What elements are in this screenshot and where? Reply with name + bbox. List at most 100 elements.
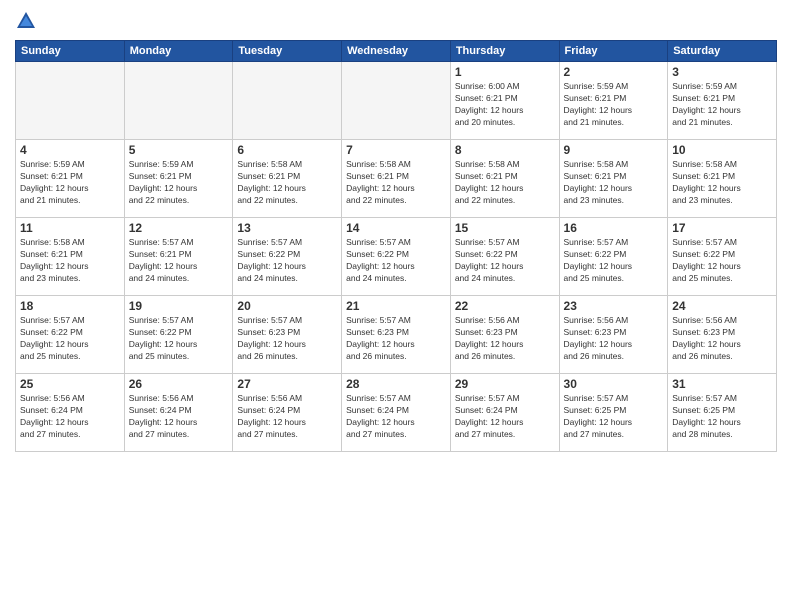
day-info: Sunrise: 5:56 AM Sunset: 6:24 PM Dayligh…: [237, 393, 337, 441]
calendar-table: SundayMondayTuesdayWednesdayThursdayFrid…: [15, 40, 777, 452]
day-number: 14: [346, 221, 446, 235]
calendar-cell-w3d7: 17 Sunrise: 5:57 AM Sunset: 6:22 PM Dayli…: [668, 218, 777, 296]
day-header-thursday: Thursday: [450, 41, 559, 62]
day-number: 27: [237, 377, 337, 391]
day-info: Sunrise: 5:56 AM Sunset: 6:23 PM Dayligh…: [672, 315, 772, 363]
day-info: Sunrise: 5:59 AM Sunset: 6:21 PM Dayligh…: [564, 81, 664, 129]
day-info: Sunrise: 5:58 AM Sunset: 6:21 PM Dayligh…: [455, 159, 555, 207]
day-number: 16: [564, 221, 664, 235]
day-info: Sunrise: 5:57 AM Sunset: 6:21 PM Dayligh…: [129, 237, 229, 285]
day-info: Sunrise: 5:57 AM Sunset: 6:24 PM Dayligh…: [346, 393, 446, 441]
day-info: Sunrise: 5:57 AM Sunset: 6:23 PM Dayligh…: [346, 315, 446, 363]
day-number: 29: [455, 377, 555, 391]
day-number: 21: [346, 299, 446, 313]
day-number: 18: [20, 299, 120, 313]
day-number: 26: [129, 377, 229, 391]
week-row-2: 4Sunrise: 5:59 AM Sunset: 6:21 PM Daylig…: [16, 140, 777, 218]
day-info: Sunrise: 5:59 AM Sunset: 6:21 PM Dayligh…: [672, 81, 772, 129]
day-info: Sunrise: 5:58 AM Sunset: 6:21 PM Dayligh…: [346, 159, 446, 207]
day-info: Sunrise: 5:58 AM Sunset: 6:21 PM Dayligh…: [237, 159, 337, 207]
day-number: 24: [672, 299, 772, 313]
calendar-cell-w1d6: 2Sunrise: 5:59 AM Sunset: 6:21 PM Daylig…: [559, 62, 668, 140]
calendar-cell-w4d2: 19Sunrise: 5:57 AM Sunset: 6:22 PM Dayli…: [124, 296, 233, 374]
day-header-tuesday: Tuesday: [233, 41, 342, 62]
day-number: 11: [20, 221, 120, 235]
calendar-cell-w4d6: 23 Sunrise: 5:56 AM Sunset: 6:23 PM Dayli…: [559, 296, 668, 374]
day-info: Sunrise: 5:57 AM Sunset: 6:22 PM Dayligh…: [672, 237, 772, 285]
day-info: Sunrise: 5:58 AM Sunset: 6:21 PM Dayligh…: [564, 159, 664, 207]
calendar-cell-w3d1: 11 Sunrise: 5:58 AM Sunset: 6:21 PM Dayli…: [16, 218, 125, 296]
calendar-cell-w5d3: 27 Sunrise: 5:56 AM Sunset: 6:24 PM Dayli…: [233, 374, 342, 452]
day-number: 1: [455, 65, 555, 79]
calendar-cell-w5d4: 28Sunrise: 5:57 AM Sunset: 6:24 PM Dayli…: [342, 374, 451, 452]
calendar-cell-w1d7: 3Sunrise: 5:59 AM Sunset: 6:21 PM Daylig…: [668, 62, 777, 140]
calendar-cell-w2d7: 10 Sunrise: 5:58 AM Sunset: 6:21 PM Dayli…: [668, 140, 777, 218]
calendar-cell-w5d1: 25 Sunrise: 5:56 AM Sunset: 6:24 PM Dayli…: [16, 374, 125, 452]
calendar-cell-w5d6: 30Sunrise: 5:57 AM Sunset: 6:25 PM Dayli…: [559, 374, 668, 452]
calendar-cell-w1d5: 1 Sunrise: 6:00 AM Sunset: 6:21 PM Daylig…: [450, 62, 559, 140]
day-info: Sunrise: 5:58 AM Sunset: 6:21 PM Dayligh…: [672, 159, 772, 207]
day-number: 22: [455, 299, 555, 313]
week-row-4: 18 Sunrise: 5:57 AM Sunset: 6:22 PM Dayli…: [16, 296, 777, 374]
day-info: Sunrise: 5:59 AM Sunset: 6:21 PM Dayligh…: [129, 159, 229, 207]
calendar-cell-w3d3: 13 Sunrise: 5:57 AM Sunset: 6:22 PM Dayli…: [233, 218, 342, 296]
calendar-cell-w3d2: 12 Sunrise: 5:57 AM Sunset: 6:21 PM Dayli…: [124, 218, 233, 296]
logo: [15, 10, 41, 32]
calendar-cell-w2d5: 8 Sunrise: 5:58 AM Sunset: 6:21 PM Daylig…: [450, 140, 559, 218]
calendar-cell-w3d6: 16 Sunrise: 5:57 AM Sunset: 6:22 PM Dayli…: [559, 218, 668, 296]
day-header-row: SundayMondayTuesdayWednesdayThursdayFrid…: [16, 41, 777, 62]
day-info: Sunrise: 5:59 AM Sunset: 6:21 PM Dayligh…: [20, 159, 120, 207]
calendar-cell-w2d1: 4Sunrise: 5:59 AM Sunset: 6:21 PM Daylig…: [16, 140, 125, 218]
day-number: 9: [564, 143, 664, 157]
day-number: 17: [672, 221, 772, 235]
calendar-body: 1 Sunrise: 6:00 AM Sunset: 6:21 PM Daylig…: [16, 62, 777, 452]
day-number: 8: [455, 143, 555, 157]
day-header-monday: Monday: [124, 41, 233, 62]
calendar-cell-w2d2: 5 Sunrise: 5:59 AM Sunset: 6:21 PM Daylig…: [124, 140, 233, 218]
day-info: Sunrise: 5:56 AM Sunset: 6:23 PM Dayligh…: [455, 315, 555, 363]
day-header-saturday: Saturday: [668, 41, 777, 62]
calendar-cell-w4d1: 18 Sunrise: 5:57 AM Sunset: 6:22 PM Dayli…: [16, 296, 125, 374]
week-row-1: 1 Sunrise: 6:00 AM Sunset: 6:21 PM Daylig…: [16, 62, 777, 140]
day-number: 13: [237, 221, 337, 235]
day-info: Sunrise: 5:58 AM Sunset: 6:21 PM Dayligh…: [20, 237, 120, 285]
calendar-cell-w1d4: [342, 62, 451, 140]
day-number: 15: [455, 221, 555, 235]
day-number: 10: [672, 143, 772, 157]
day-info: Sunrise: 5:57 AM Sunset: 6:24 PM Dayligh…: [455, 393, 555, 441]
day-number: 12: [129, 221, 229, 235]
day-number: 31: [672, 377, 772, 391]
day-number: 5: [129, 143, 229, 157]
day-number: 25: [20, 377, 120, 391]
day-number: 19: [129, 299, 229, 313]
calendar-cell-w2d6: 9 Sunrise: 5:58 AM Sunset: 6:21 PM Daylig…: [559, 140, 668, 218]
week-row-5: 25 Sunrise: 5:56 AM Sunset: 6:24 PM Dayli…: [16, 374, 777, 452]
day-info: Sunrise: 5:56 AM Sunset: 6:24 PM Dayligh…: [20, 393, 120, 441]
calendar-cell-w1d1: [16, 62, 125, 140]
header: [15, 10, 777, 32]
day-info: Sunrise: 5:57 AM Sunset: 6:25 PM Dayligh…: [672, 393, 772, 441]
day-header-wednesday: Wednesday: [342, 41, 451, 62]
day-info: Sunrise: 5:57 AM Sunset: 6:25 PM Dayligh…: [564, 393, 664, 441]
calendar-cell-w4d5: 22 Sunrise: 5:56 AM Sunset: 6:23 PM Dayli…: [450, 296, 559, 374]
day-info: Sunrise: 5:57 AM Sunset: 6:22 PM Dayligh…: [237, 237, 337, 285]
day-header-friday: Friday: [559, 41, 668, 62]
day-info: Sunrise: 5:57 AM Sunset: 6:22 PM Dayligh…: [20, 315, 120, 363]
calendar-cell-w2d4: 7Sunrise: 5:58 AM Sunset: 6:21 PM Daylig…: [342, 140, 451, 218]
calendar-cell-w5d7: 31 Sunrise: 5:57 AM Sunset: 6:25 PM Dayli…: [668, 374, 777, 452]
calendar-cell-w2d3: 6Sunrise: 5:58 AM Sunset: 6:21 PM Daylig…: [233, 140, 342, 218]
calendar-cell-w4d7: 24 Sunrise: 5:56 AM Sunset: 6:23 PM Dayli…: [668, 296, 777, 374]
calendar-cell-w5d2: 26Sunrise: 5:56 AM Sunset: 6:24 PM Dayli…: [124, 374, 233, 452]
day-number: 23: [564, 299, 664, 313]
day-info: Sunrise: 6:00 AM Sunset: 6:21 PM Dayligh…: [455, 81, 555, 129]
day-info: Sunrise: 5:57 AM Sunset: 6:22 PM Dayligh…: [564, 237, 664, 285]
calendar-cell-w4d3: 20Sunrise: 5:57 AM Sunset: 6:23 PM Dayli…: [233, 296, 342, 374]
page: SundayMondayTuesdayWednesdayThursdayFrid…: [0, 0, 792, 612]
day-info: Sunrise: 5:56 AM Sunset: 6:23 PM Dayligh…: [564, 315, 664, 363]
day-info: Sunrise: 5:57 AM Sunset: 6:22 PM Dayligh…: [346, 237, 446, 285]
calendar-header: SundayMondayTuesdayWednesdayThursdayFrid…: [16, 41, 777, 62]
calendar-cell-w1d3: [233, 62, 342, 140]
day-info: Sunrise: 5:57 AM Sunset: 6:22 PM Dayligh…: [455, 237, 555, 285]
day-header-sunday: Sunday: [16, 41, 125, 62]
calendar-cell-w5d5: 29 Sunrise: 5:57 AM Sunset: 6:24 PM Dayli…: [450, 374, 559, 452]
